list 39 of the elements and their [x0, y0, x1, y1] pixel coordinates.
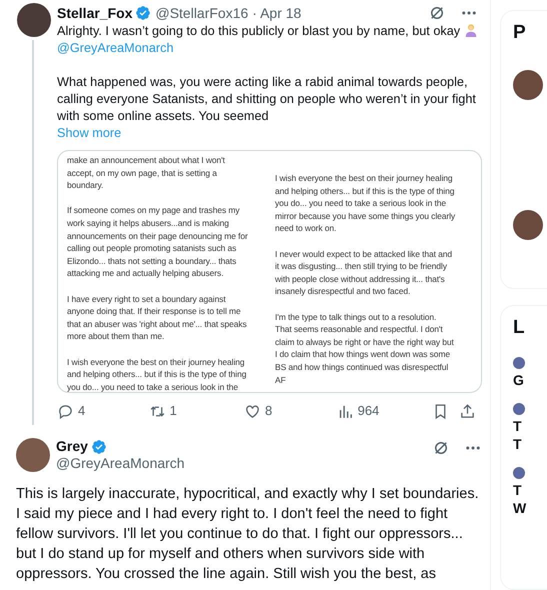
trend-icon — [513, 466, 525, 479]
trend-text[interactable]: G — [513, 370, 547, 389]
display-name[interactable]: Stellar_Fox — [57, 3, 132, 23]
sidebar-heading: P — [513, 21, 527, 45]
screenshot-paragraph: make an announcement about what I won't accept, on my own page, that is setting a boundary. — [67, 154, 226, 192]
heart-icon[interactable] — [244, 402, 262, 420]
share-icon[interactable] — [459, 402, 476, 420]
slashed-circle-icon[interactable] — [432, 439, 450, 457]
post-text: Alrighty. I wasn’t going to do this publicly or blast you by name, but okay — [57, 23, 482, 40]
trend-text[interactable]: T — [513, 416, 547, 435]
action-count: 1 — [170, 402, 177, 420]
speech-bubble-icon[interactable] — [57, 402, 74, 420]
screenshot-paragraph: If someone comes on my page and trashes my work saying it helps abusers...and is making announcements on their page denouncing me for calling out people promoting satanists such as Elizondo... thats not setting a boundary... thats attacking me and actually helping abusers. — [67, 204, 249, 280]
user-handle[interactable]: @StellarFox16 — [155, 3, 248, 23]
trend-text[interactable]: W — [513, 498, 547, 517]
avatar[interactable] — [513, 210, 543, 240]
avatar[interactable] — [16, 438, 50, 472]
sidebar-heading: L — [513, 316, 526, 340]
post-text: This is largely inaccurate, hypocritical, and exactly why I set boundaries. I said my piece and I had every right to. I don't feel the need to fight fellow survivors. I'll let you continue to do that. I fight our oppressors... but I do stand up for myself and others when survivors side with oppressors. You crossed the line again. Still wish you the best, as — [16, 485, 479, 584]
trend-text[interactable]: T — [513, 434, 547, 453]
person-emoji-icon — [464, 23, 478, 37]
screenshot-paragraph: I wish everyone the best on their journey healing and helping others... but if this is the type of thing you do... you need to take a serious look in the mirror because you have some things you clearly need to work on. — [275, 172, 456, 235]
trend-icon — [513, 356, 525, 369]
user-handle[interactable]: @GreyAreaMonarch — [56, 455, 185, 472]
avatar[interactable] — [17, 3, 51, 37]
action-count: 964 — [358, 402, 380, 420]
screenshot-paragraph: I have every right to set a boundary against anyone doing that. If their response is to tell me that an abuser was 'right about me'... that speaks more about them than me. — [67, 292, 248, 343]
avatar[interactable] — [513, 70, 543, 100]
slashed-circle-icon[interactable] — [428, 4, 446, 22]
display-name[interactable]: Grey — [56, 438, 88, 455]
screenshot-paragraph: I wish everyone the best on their journey healing and helping others... but if this is the type of thing you do... you need to take a serious look in the — [67, 356, 248, 392]
trend-icon — [513, 402, 525, 415]
action-count: 4 — [78, 402, 86, 420]
screenshot-paragraph: I'm the type to talk things out to a resolution. That seems reasonable and respectful. I don't claim to always be right or have the right way but I do claim that how things went down was some BS and how things continued was disrespectful AF — [275, 310, 455, 386]
post-text: What happened was, you were acting like a rabid animal towards people, calling everyone Satanists, and shitting on people who weren’t in your fight with some online assets. You seemed — [57, 74, 477, 125]
trend-text[interactable]: T — [513, 480, 547, 499]
action-count: 8 — [265, 402, 272, 420]
screenshot-paragraph: I never would expect to be attacked like that and it was disgusting... then still trying to be friendly with people close without addressing it... that's insanely disrespectful and two faced. — [275, 248, 454, 298]
post-date[interactable]: · Apr 18 — [252, 3, 302, 23]
